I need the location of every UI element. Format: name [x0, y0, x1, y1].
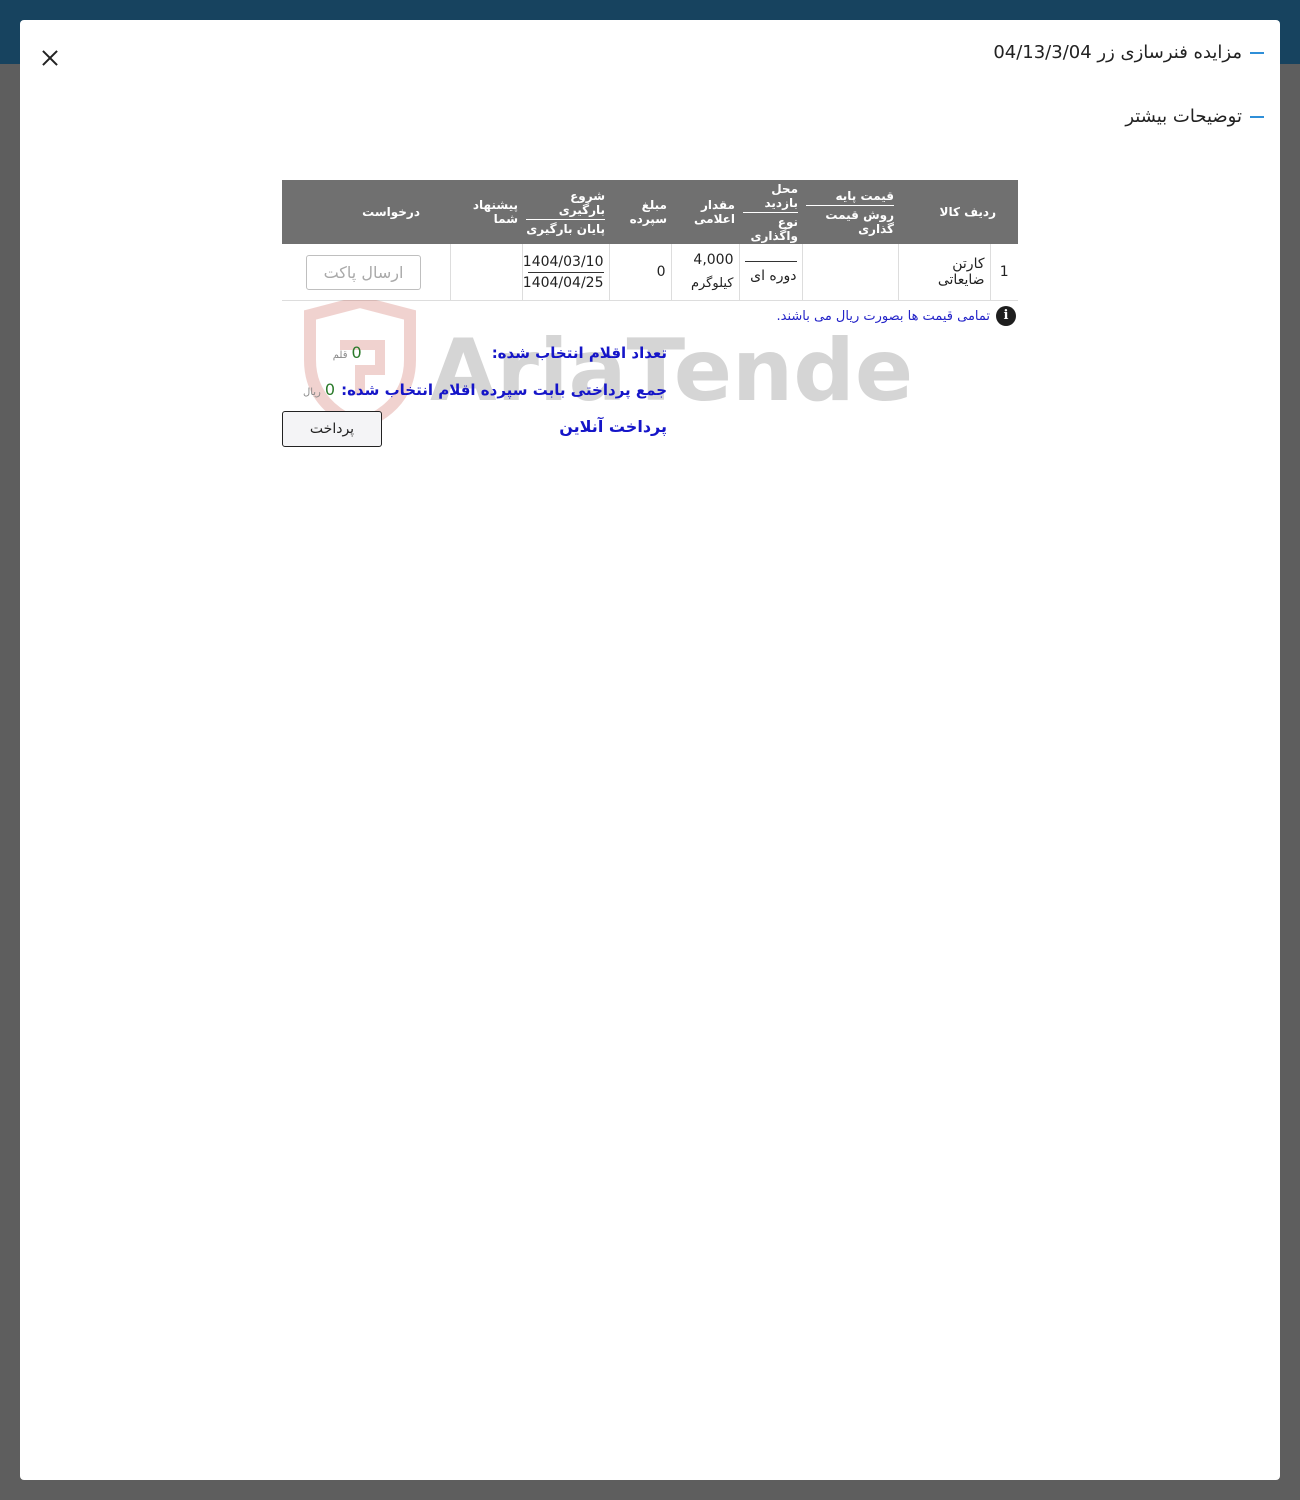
header-visit-place: محل بازدید نوع واگذاری — [739, 180, 802, 244]
header-visit-place-label: محل بازدید — [743, 182, 798, 213]
selected-count-value: 0 — [351, 343, 362, 362]
pay-button[interactable]: پرداخت — [282, 411, 382, 447]
header-your-offer: پیشنهاد شما — [450, 180, 522, 244]
row-assignment: دوره ای — [738, 244, 802, 301]
table-row: 1 کارتن ضایعاتی دوره ای 4,000 کیلوگرم 0 — [282, 244, 1018, 301]
items-table: ردیف کالا قیمت پایه روش قیمت گذاری محل ب… — [282, 180, 1018, 301]
row-loading: 1404/03/10 1404/04/25 — [521, 244, 609, 301]
row-qty-unit: کیلوگرم — [690, 276, 734, 291]
header-assignment-type-label: نوع واگذاری — [750, 214, 798, 243]
table-header-row: ردیف کالا قیمت پایه روش قیمت گذاری محل ب… — [282, 180, 1018, 244]
header-loading: شروع بارگیری پایان بارگیری — [522, 180, 609, 244]
header-row-item: ردیف کالا — [898, 180, 1018, 244]
header-announced-qty: مقدار اعلامی — [671, 180, 739, 244]
modal-title: مزایده فنرسازی زر 04/13/3/04 — [993, 42, 1264, 63]
selected-count-label: تعداد اقلام انتخاب شده: — [491, 344, 667, 362]
row-deposit: 0 — [608, 244, 671, 301]
row-assignment-type: دوره ای — [750, 267, 797, 284]
row-item-name: کارتن ضایعاتی — [897, 244, 990, 301]
row-loading-start: 1404/03/10 — [523, 254, 604, 273]
more-details-label: توضیحات بیشتر — [1125, 106, 1242, 127]
items-table-wrapper: ردیف کالا قیمت پایه روش قیمت گذاری محل ب… — [282, 180, 1018, 301]
row-qty: 4,000 کیلوگرم — [670, 244, 739, 301]
close-icon[interactable] — [38, 46, 62, 70]
selected-count-row: تعداد اقلام انتخاب شده: 0 قلم — [333, 343, 667, 362]
currency-note-text: تمامی قیمت ها بصورت ریال می باشند. — [776, 308, 991, 324]
selected-count-unit: قلم — [332, 350, 348, 361]
row-index: 1 — [989, 244, 1018, 301]
more-details-section[interactable]: توضیحات بیشتر — [1125, 106, 1264, 127]
title-dash-icon — [1250, 51, 1264, 54]
header-pricing-method-label: روش قیمت گذاری — [825, 207, 894, 236]
header-loading-start-label: شروع بارگیری — [526, 189, 605, 220]
watermark-text: AriaTender.neT — [430, 321, 920, 421]
currency-note: i تمامی قیمت ها بصورت ریال می باشند. — [776, 306, 1016, 326]
deposit-total-row: جمع پرداختی بابت سپرده اقلام انتخاب شده:… — [303, 380, 667, 399]
online-payment-label: پرداخت آنلاین — [559, 417, 667, 436]
header-base-price-label: قیمت پایه — [806, 189, 894, 206]
header-base-price: قیمت پایه روش قیمت گذاری — [802, 180, 898, 244]
deposit-total-unit: ریال — [302, 387, 321, 398]
modal-title-text: مزایده فنرسازی زر 04/13/3/04 — [993, 42, 1242, 63]
row-qty-value: 4,000 — [693, 252, 734, 268]
row-request: ارسال پاکت — [282, 244, 450, 301]
collapse-dash-icon — [1250, 115, 1264, 118]
info-icon: i — [996, 306, 1016, 326]
send-packet-button[interactable]: ارسال پاکت — [306, 254, 421, 290]
deposit-total-label: جمع پرداختی بابت سپرده اقلام انتخاب شده: — [341, 381, 667, 399]
header-deposit-amount: مبلغ سپرده — [609, 180, 671, 244]
deposit-total-value: 0 — [324, 380, 336, 399]
visit-place-empty-line — [744, 260, 797, 262]
auction-details-modal: مزایده فنرسازی زر 04/13/3/04 توضیحات بیش… — [20, 20, 1280, 1480]
row-offer[interactable] — [449, 244, 522, 301]
row-base-price — [801, 244, 898, 301]
header-request: درخواست — [282, 180, 450, 244]
row-loading-end: 1404/04/25 — [522, 274, 604, 291]
header-loading-end-label: پایان بارگیری — [526, 221, 605, 236]
